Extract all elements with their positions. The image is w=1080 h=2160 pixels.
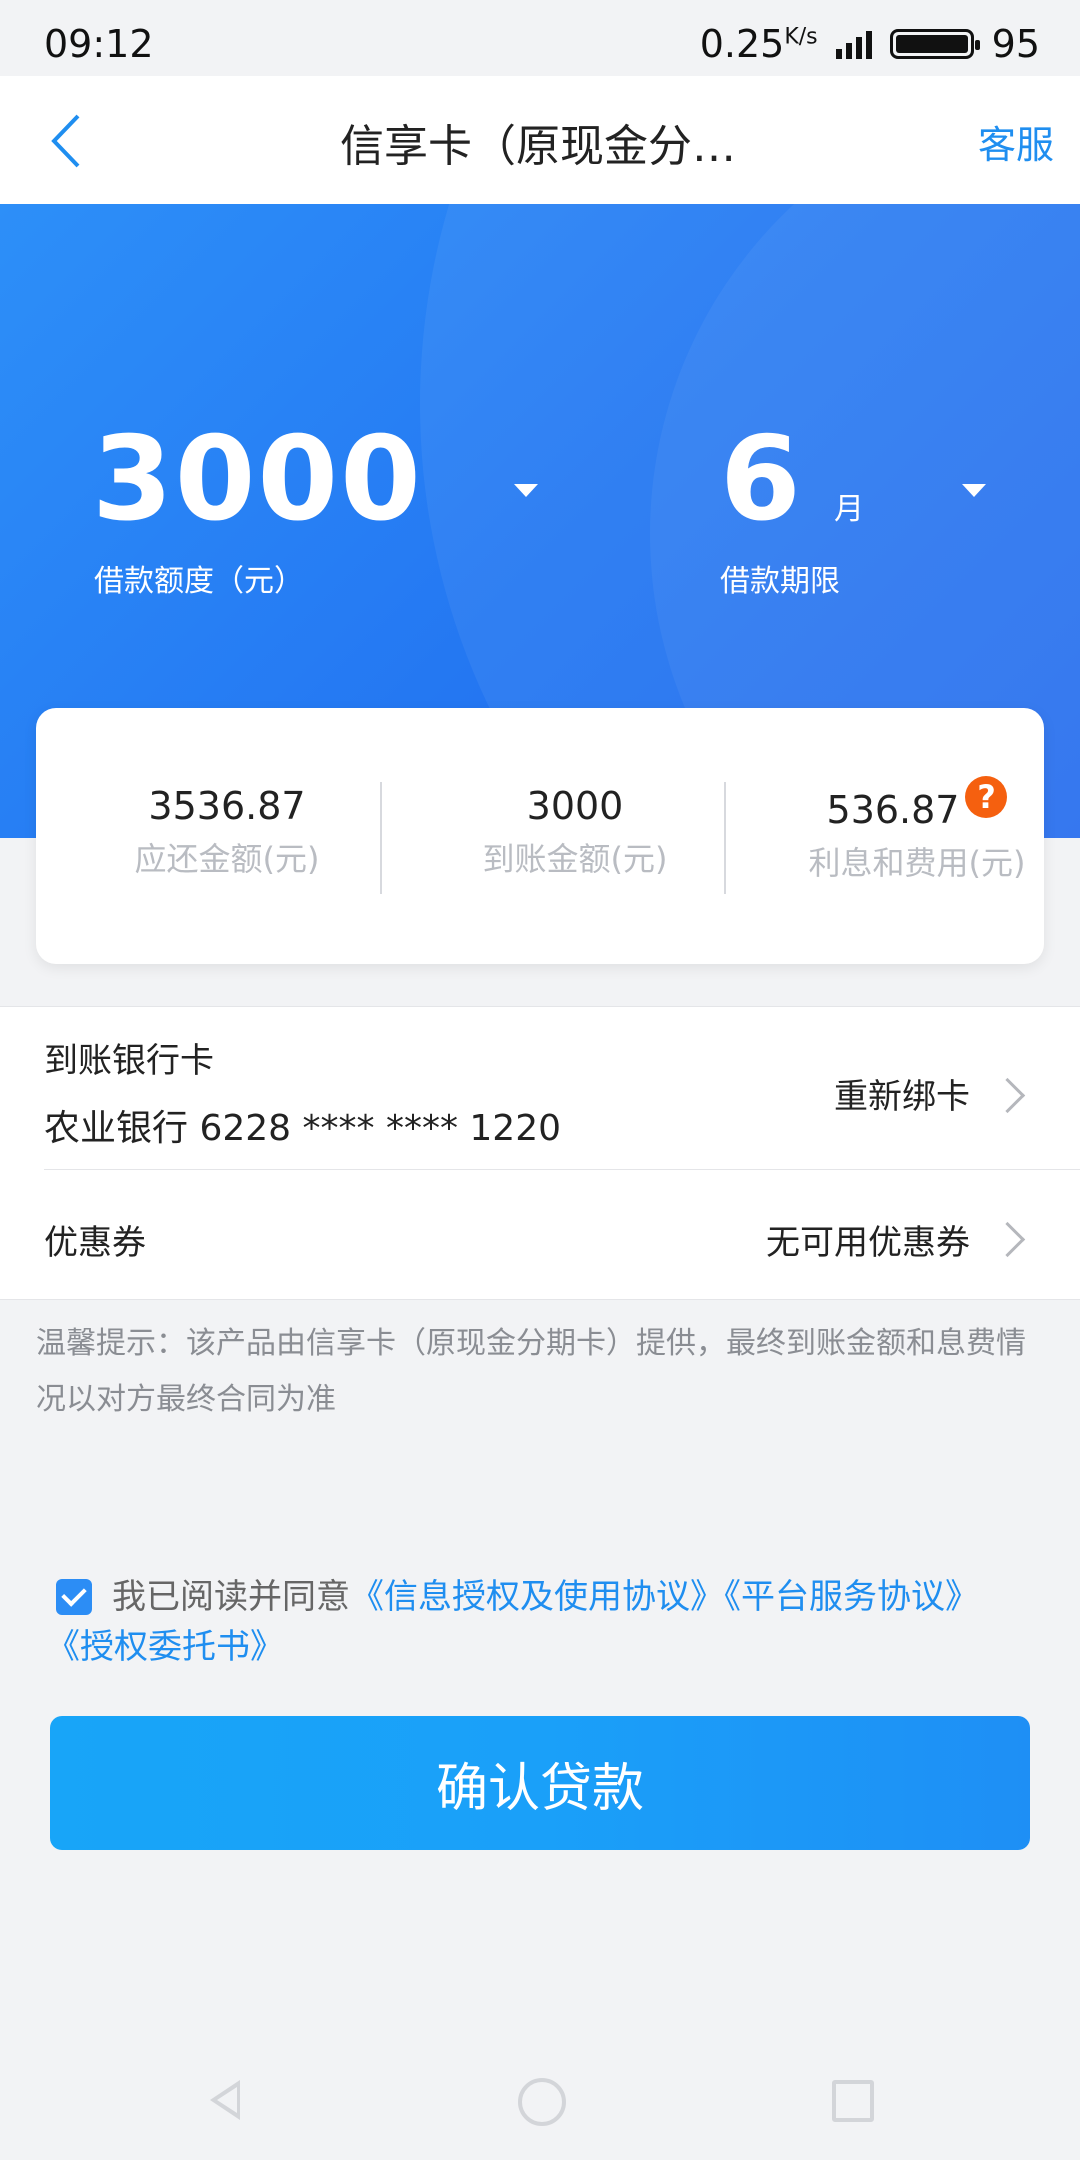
recents-nav-icon[interactable] (832, 2080, 874, 2122)
status-bar: 09:12 0.25K/s 95 (0, 0, 1080, 76)
loan-details-list: 到账银行卡 农业银行 6228 **** **** 1220 重新绑卡 优惠券 … (0, 1006, 1080, 1300)
repayment-summary-card: 3536.87 应还金额(元) 3000 到账金额(元) 536.87? 利息和… (36, 708, 1044, 964)
customer-service-link[interactable]: 客服 (978, 114, 1054, 169)
page-title: 信享卡（原现金分… (340, 121, 736, 172)
home-nav-icon[interactable] (518, 2078, 566, 2126)
summary-interest-fees: 536.87? 利息和费用(元) (808, 776, 1026, 882)
summary-total-repay: 3536.87 应还金额(元) (134, 784, 320, 878)
loan-term-label: 借款期限 (720, 564, 840, 599)
battery-level: 95 (991, 22, 1040, 66)
authorization-letter-link[interactable]: 《授权委托书》 (46, 1627, 284, 1667)
summary-received-amount: 3000 到账金额(元) (482, 784, 668, 878)
bank-card-title: 到账银行卡 (44, 1041, 214, 1081)
divider (724, 782, 726, 894)
help-icon[interactable]: ? (965, 776, 1008, 818)
status-time: 09:12 (44, 22, 154, 66)
chevron-right-icon[interactable] (989, 1221, 1026, 1258)
coupon-label: 优惠券 (44, 1223, 146, 1263)
tip-text: 温馨提示：该产品由信享卡（原现金分期卡）提供，最终到账金额和息费情况以对方最终合… (36, 1326, 1026, 1417)
coupon-value[interactable]: 无可用优惠券 (766, 1215, 970, 1264)
divider (44, 1169, 1080, 1170)
confirm-loan-button[interactable]: 确认贷款 (50, 1716, 1030, 1850)
loan-term-unit: 月 (834, 492, 864, 527)
divider (380, 782, 382, 894)
agreement-row: 我已阅读并同意《信息授权及使用协议》《平台服务协议》 《授权委托书》 (46, 1572, 1032, 1672)
system-nav-bar (0, 2060, 1080, 2140)
chevron-right-icon[interactable] (989, 1077, 1026, 1114)
back-icon[interactable] (40, 106, 100, 176)
term-dropdown-icon[interactable] (962, 484, 986, 497)
battery-icon (889, 29, 980, 59)
loan-term-value[interactable]: 6 (720, 412, 801, 547)
signal-icon (835, 29, 872, 59)
agreement-prefix: 我已阅读并同意 (112, 1577, 350, 1617)
status-icons: 0.25K/s 95 (700, 22, 1040, 66)
loan-amount-label: 借款额度（元） (94, 564, 304, 599)
network-speed: 0.25K/s (699, 22, 818, 66)
platform-service-link[interactable]: 《平台服务协议》 (724, 1577, 979, 1617)
info-authorization-link[interactable]: 《信息授权及使用协议》 (350, 1577, 724, 1617)
rebind-card-button[interactable]: 重新绑卡 (834, 1069, 970, 1118)
loan-amount-value[interactable]: 3000 (92, 412, 423, 547)
bank-card-number: 农业银行 6228 **** **** 1220 (44, 1108, 562, 1149)
amount-dropdown-icon[interactable] (514, 484, 538, 497)
nav-bar: 信享卡（原现金分… 客服 (0, 76, 1080, 204)
agree-checkbox[interactable] (56, 1578, 92, 1615)
